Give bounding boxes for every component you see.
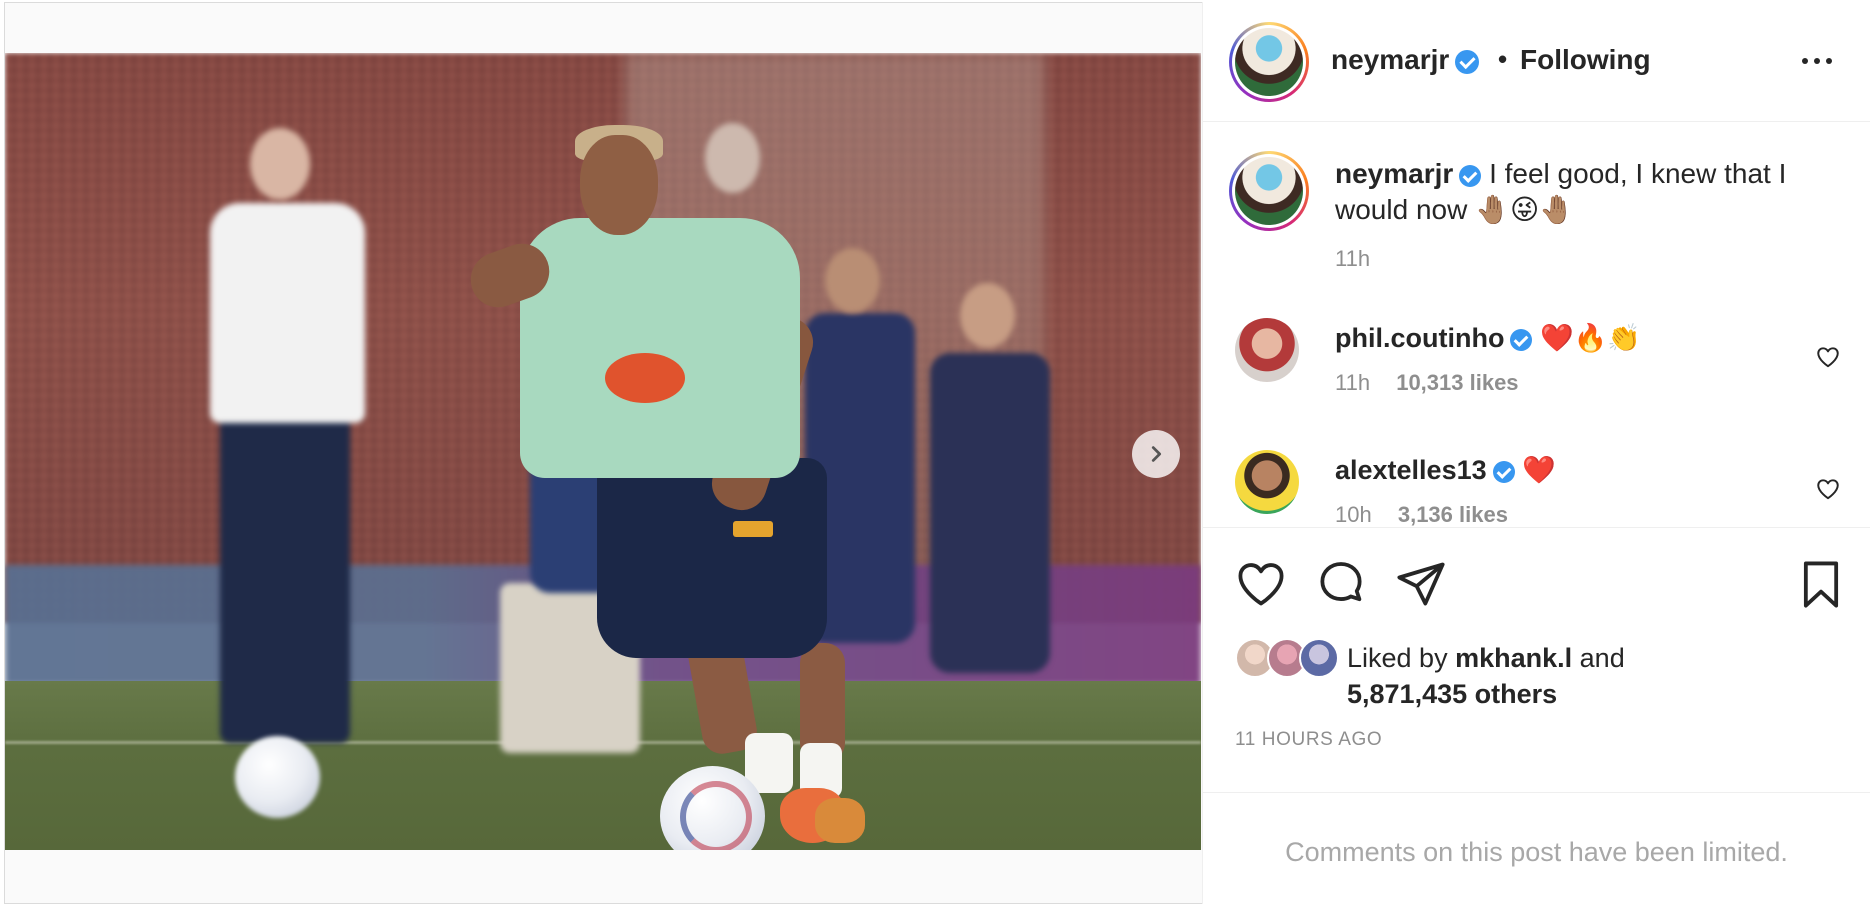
comment-meta: 11h 10,313 likes (1335, 370, 1519, 396)
background-ball (235, 736, 320, 818)
background-person-head (250, 128, 310, 200)
background-person-legs (220, 413, 350, 743)
caption: neymarjr I feel good, I knew that I woul… (1335, 156, 1835, 228)
comments-list[interactable]: neymarjr I feel good, I knew that I woul… (1203, 123, 1870, 528)
player-shirt (520, 218, 800, 478)
post-actions (1203, 558, 1870, 610)
comment-button[interactable] (1315, 558, 1367, 610)
share-button[interactable] (1395, 558, 1447, 610)
comment-text: ❤️ (1522, 455, 1556, 485)
comment-time[interactable]: 11h (1335, 370, 1370, 395)
liker-avatar[interactable] (1299, 638, 1339, 678)
shirt-sponsor (605, 353, 685, 403)
author-username[interactable]: neymarjr (1331, 44, 1480, 76)
author-username-text[interactable]: neymarjr (1331, 44, 1449, 75)
post-header: neymarjr • Following (1203, 2, 1870, 122)
player-head (580, 135, 658, 235)
following-button[interactable]: Following (1520, 44, 1651, 76)
player-boot (815, 798, 865, 843)
caption-avatar[interactable] (1229, 151, 1309, 231)
verified-icon (1492, 460, 1515, 483)
post-media[interactable] (5, 53, 1201, 850)
save-button[interactable] (1795, 558, 1847, 610)
heart-icon (1238, 563, 1284, 606)
comment-item: alextelles13 ❤️ 10h 3,136 likes (1203, 450, 1870, 527)
share-icon (1397, 562, 1445, 606)
liked-by-others[interactable]: 5,871,435 others (1347, 679, 1557, 709)
shorts-sponsor (733, 521, 773, 537)
commenter-username[interactable]: phil.coutinho (1335, 323, 1504, 353)
comment-text: ❤️🔥👏 (1539, 323, 1641, 353)
like-button[interactable] (1235, 558, 1287, 610)
post-timestamp[interactable]: 11 HOURS AGO (1235, 729, 1382, 751)
commenter-avatar[interactable] (1235, 318, 1299, 382)
comment-item: phil.coutinho ❤️🔥👏 11h 10,313 likes (1203, 318, 1870, 428)
post-side-panel: neymarjr • Following neymarjr I feel goo… (1202, 2, 1870, 904)
bookmark-icon (1803, 561, 1839, 608)
likes-summary: Liked by mkhank.l and 5,871,435 others (1235, 638, 1835, 718)
comment-time[interactable]: 10h (1335, 502, 1372, 527)
chevron-right-icon (1151, 446, 1162, 462)
comment-icon (1320, 562, 1362, 602)
comment-like-heart-icon[interactable] (1815, 344, 1841, 370)
liked-by-text: Liked by mkhank.l and 5,871,435 others (1347, 640, 1625, 712)
verified-icon (1459, 164, 1482, 187)
comment-body: alextelles13 ❤️ (1335, 454, 1556, 486)
liked-by-user[interactable]: mkhank.l (1455, 643, 1572, 673)
comment-body: phil.coutinho ❤️🔥👏 (1335, 322, 1641, 354)
more-icon[interactable] (1795, 44, 1839, 78)
verified-icon (1510, 328, 1533, 351)
comment-meta: 10h 3,136 likes (1335, 502, 1508, 527)
background-person-head (960, 283, 1015, 348)
next-slide-button[interactable] (1132, 430, 1180, 478)
comment-box-area: Comments on this post have been limited. (1203, 792, 1870, 904)
comments-limited-notice: Comments on this post have been limited. (1285, 837, 1788, 867)
comment-likes[interactable]: 3,136 likes (1398, 502, 1508, 527)
liked-by-prefix: Liked by (1347, 643, 1448, 673)
background-person-head (705, 123, 760, 193)
background-person (930, 353, 1050, 673)
liked-by-and: and (1579, 643, 1625, 673)
verified-icon (1455, 49, 1480, 74)
caption-time[interactable]: 11h (1335, 246, 1370, 272)
comment-likes[interactable]: 10,313 likes (1396, 370, 1518, 395)
background-person-head (825, 248, 880, 313)
comment-like-heart-icon[interactable] (1815, 476, 1841, 502)
background-person (210, 203, 365, 423)
commenter-username[interactable]: alextelles13 (1335, 455, 1487, 485)
author-avatar[interactable] (1229, 22, 1309, 102)
commenter-avatar[interactable] (1235, 450, 1299, 514)
caption-username[interactable]: neymarjr (1335, 158, 1453, 189)
header-separator: • (1498, 44, 1508, 74)
